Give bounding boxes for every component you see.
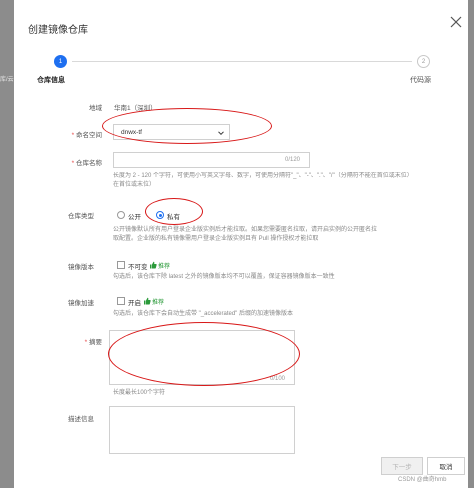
accel-label[interactable]: 开启 bbox=[128, 297, 141, 307]
step-1-label: 仓库信息 bbox=[37, 77, 65, 84]
summary-textarea[interactable]: 0/100 bbox=[109, 330, 295, 385]
step-2-circle: 2 bbox=[417, 55, 430, 68]
repo-name-input[interactable]: 0/120 bbox=[113, 152, 310, 168]
thumbs-up-icon bbox=[150, 261, 157, 269]
repo-name-counter: 0/120 bbox=[285, 157, 301, 163]
thumbs-up-icon bbox=[144, 297, 151, 305]
repo-name-label: * 仓库名称 bbox=[71, 160, 102, 167]
accel-recommend-badge: 推荐 bbox=[152, 300, 165, 306]
repo-type-private-radio[interactable] bbox=[156, 211, 164, 219]
repo-type-public-radio[interactable] bbox=[117, 211, 125, 219]
watermark: CSDN @曲奇hmb bbox=[398, 477, 447, 483]
image-version-label: 镜像版本 bbox=[68, 264, 94, 271]
immutable-recommend-badge: 推荐 bbox=[158, 264, 171, 270]
namespace-select[interactable]: dnwx-tf bbox=[113, 124, 230, 140]
immutable-checkbox[interactable] bbox=[117, 261, 125, 269]
cancel-button[interactable]: 取消 bbox=[427, 457, 465, 475]
step-1-circle: 1 bbox=[54, 55, 67, 68]
background-left-panel: 库/云 bbox=[0, 0, 14, 488]
namespace-selected-value: dnwx-tf bbox=[121, 129, 142, 136]
description-textarea[interactable] bbox=[109, 406, 295, 454]
summary-help: 长度最长100个字符 bbox=[113, 390, 166, 396]
step-connector bbox=[72, 61, 412, 62]
background-right-panel bbox=[468, 0, 474, 488]
accel-checkbox[interactable] bbox=[117, 297, 125, 305]
repo-type-help-2: 取配置。企业版的私有镜像需用户登录企业版实例且有 Pull 操作授权才能拉取 bbox=[113, 236, 319, 242]
create-repo-dialog: 创建镜像仓库 1 2 仓库信息 代码源 地域 华南1（深圳） * 命名空间 dn… bbox=[14, 0, 468, 488]
image-accel-label: 镜像加速 bbox=[68, 300, 94, 307]
repo-type-help-1: 公开镜像默认所有用户登录企业版实例后才能拉取。如果您需要匿名拉取，请开启实例的公… bbox=[113, 227, 378, 233]
image-accel-help: 勾选后，该仓库下会自动生成带 "_accelerated" 后缀的加速镜像版本 bbox=[113, 311, 293, 317]
repo-type-public-label[interactable]: 公开 bbox=[128, 211, 141, 221]
repo-name-help-2: 在首位或末位） bbox=[113, 182, 156, 188]
summary-counter: 0/100 bbox=[270, 376, 286, 382]
repo-type-label: 仓库类型 bbox=[68, 213, 94, 220]
repo-type-private-label[interactable]: 私有 bbox=[167, 211, 180, 221]
description-label: 描述信息 bbox=[68, 416, 94, 423]
dialog-title: 创建镜像仓库 bbox=[28, 25, 88, 36]
next-button[interactable]: 下一步 bbox=[381, 457, 423, 475]
image-version-help: 勾选后，该仓库下除 latest 之外的镜像版本均不可以覆盖，保证容器镜像版本一… bbox=[113, 274, 335, 280]
chevron-down-icon bbox=[218, 131, 224, 136]
namespace-label: * 命名空间 bbox=[71, 132, 102, 139]
region-value: 华南1（深圳） bbox=[114, 105, 157, 112]
summary-label: * 摘要 bbox=[84, 339, 102, 346]
close-icon[interactable] bbox=[448, 14, 464, 30]
immutable-label[interactable]: 不可变 bbox=[128, 261, 148, 271]
background-left-text: 库/云 bbox=[0, 77, 14, 83]
step-2-label: 代码源 bbox=[410, 77, 431, 84]
region-label: 地域 bbox=[89, 105, 102, 112]
repo-name-help-1: 长度为 2 - 120 个字符，可使用小写英文字母、数字，可使用分隔符"_"、"… bbox=[113, 173, 413, 179]
